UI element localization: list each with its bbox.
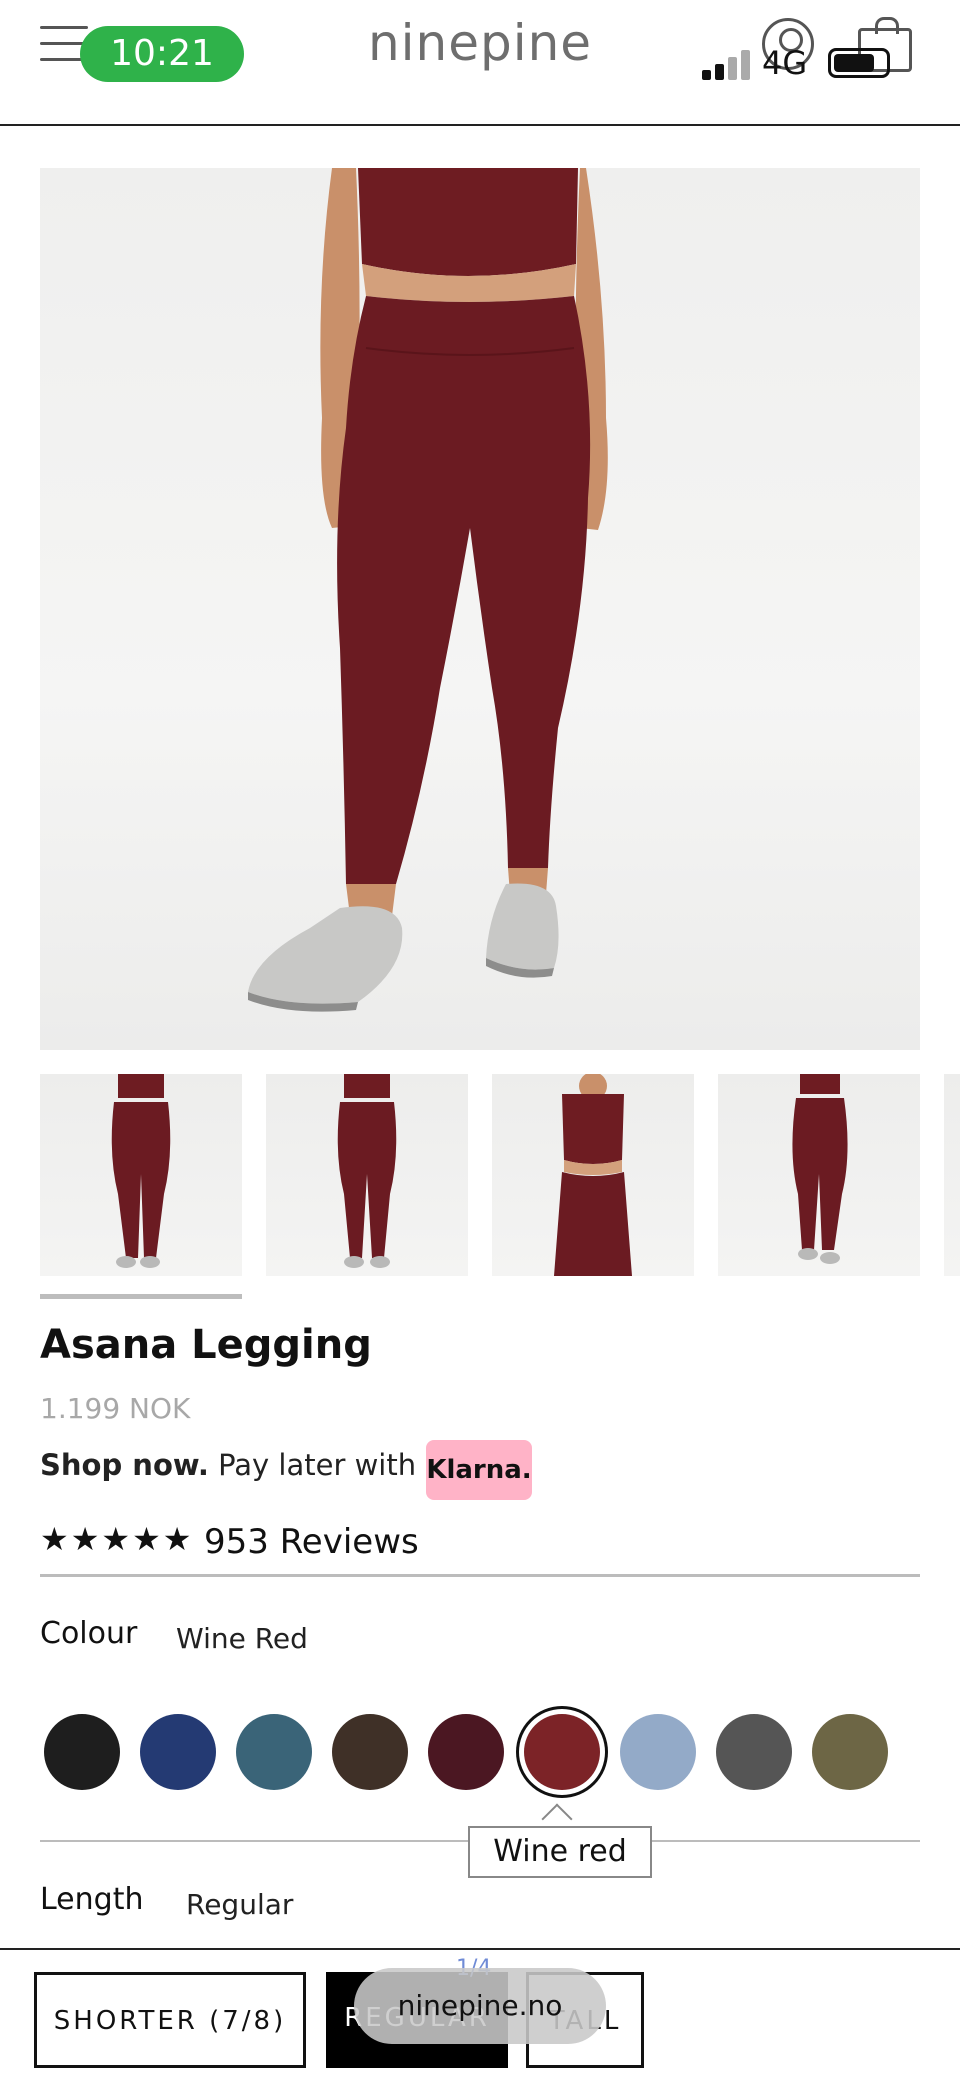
colour-swatches	[40, 1712, 920, 1792]
product-main-image[interactable]	[40, 168, 920, 1050]
klarna-badge[interactable]: Klarna.	[426, 1440, 532, 1500]
klarna-message: Shop now. Pay later with	[40, 1448, 416, 1482]
divider	[40, 1574, 920, 1577]
swatch-wine-red[interactable]	[524, 1714, 600, 1790]
network-type: 4G	[762, 44, 808, 82]
reviews-link[interactable]: 953 Reviews	[204, 1522, 419, 1562]
thumbnail-4[interactable]	[718, 1074, 920, 1276]
klarna-message-strong: Shop now.	[40, 1448, 209, 1482]
swatch-black[interactable]	[44, 1714, 120, 1790]
klarna-message-text: Pay later with	[218, 1448, 417, 1482]
swatch-plum[interactable]	[428, 1714, 504, 1790]
signal-icon	[702, 46, 752, 80]
status-time: 10:21	[80, 26, 244, 82]
colour-selected-value: Wine Red	[176, 1622, 308, 1655]
thumbnail-2[interactable]	[266, 1074, 468, 1276]
swatch-light-blue[interactable]	[620, 1714, 696, 1790]
thumbnail-3[interactable]	[492, 1074, 694, 1276]
thumbnail-photo-front-alt	[337, 1074, 397, 1268]
length-selected-value: Regular	[186, 1888, 294, 1921]
thumbnail-5-partial[interactable]	[944, 1074, 960, 1276]
thumbnail-1[interactable]	[40, 1074, 242, 1276]
swatch-petrol[interactable]	[236, 1714, 312, 1790]
colour-tooltip: Wine red	[468, 1826, 652, 1878]
swatch-olive[interactable]	[812, 1714, 888, 1790]
thumbnail-photo-back	[792, 1074, 848, 1264]
thumbnail-photo-front	[111, 1074, 171, 1268]
thumbnail-selected-indicator	[40, 1294, 242, 1299]
colour-label: Colour	[40, 1616, 138, 1651]
product-price: 1.199 NOK	[40, 1392, 191, 1425]
rating-stars[interactable]: ★★★★★	[40, 1520, 193, 1558]
length-option-shorter[interactable]: SHORTER (7/8)	[34, 1972, 306, 2068]
swatch-grey[interactable]	[716, 1714, 792, 1790]
length-label: Length	[40, 1882, 144, 1917]
thumbnail-photo-closeup	[554, 1074, 632, 1276]
swatch-brown[interactable]	[332, 1714, 408, 1790]
browser-url-pill[interactable]: ninepine.no	[354, 1968, 606, 2044]
battery-icon	[828, 48, 890, 78]
product-title: Asana Legging	[40, 1322, 372, 1368]
image-thumbnails	[40, 1074, 960, 1276]
swatch-navy[interactable]	[140, 1714, 216, 1790]
site-header: ninepine 10:21 4G	[0, 0, 960, 126]
model-legging-photo	[248, 168, 608, 1012]
